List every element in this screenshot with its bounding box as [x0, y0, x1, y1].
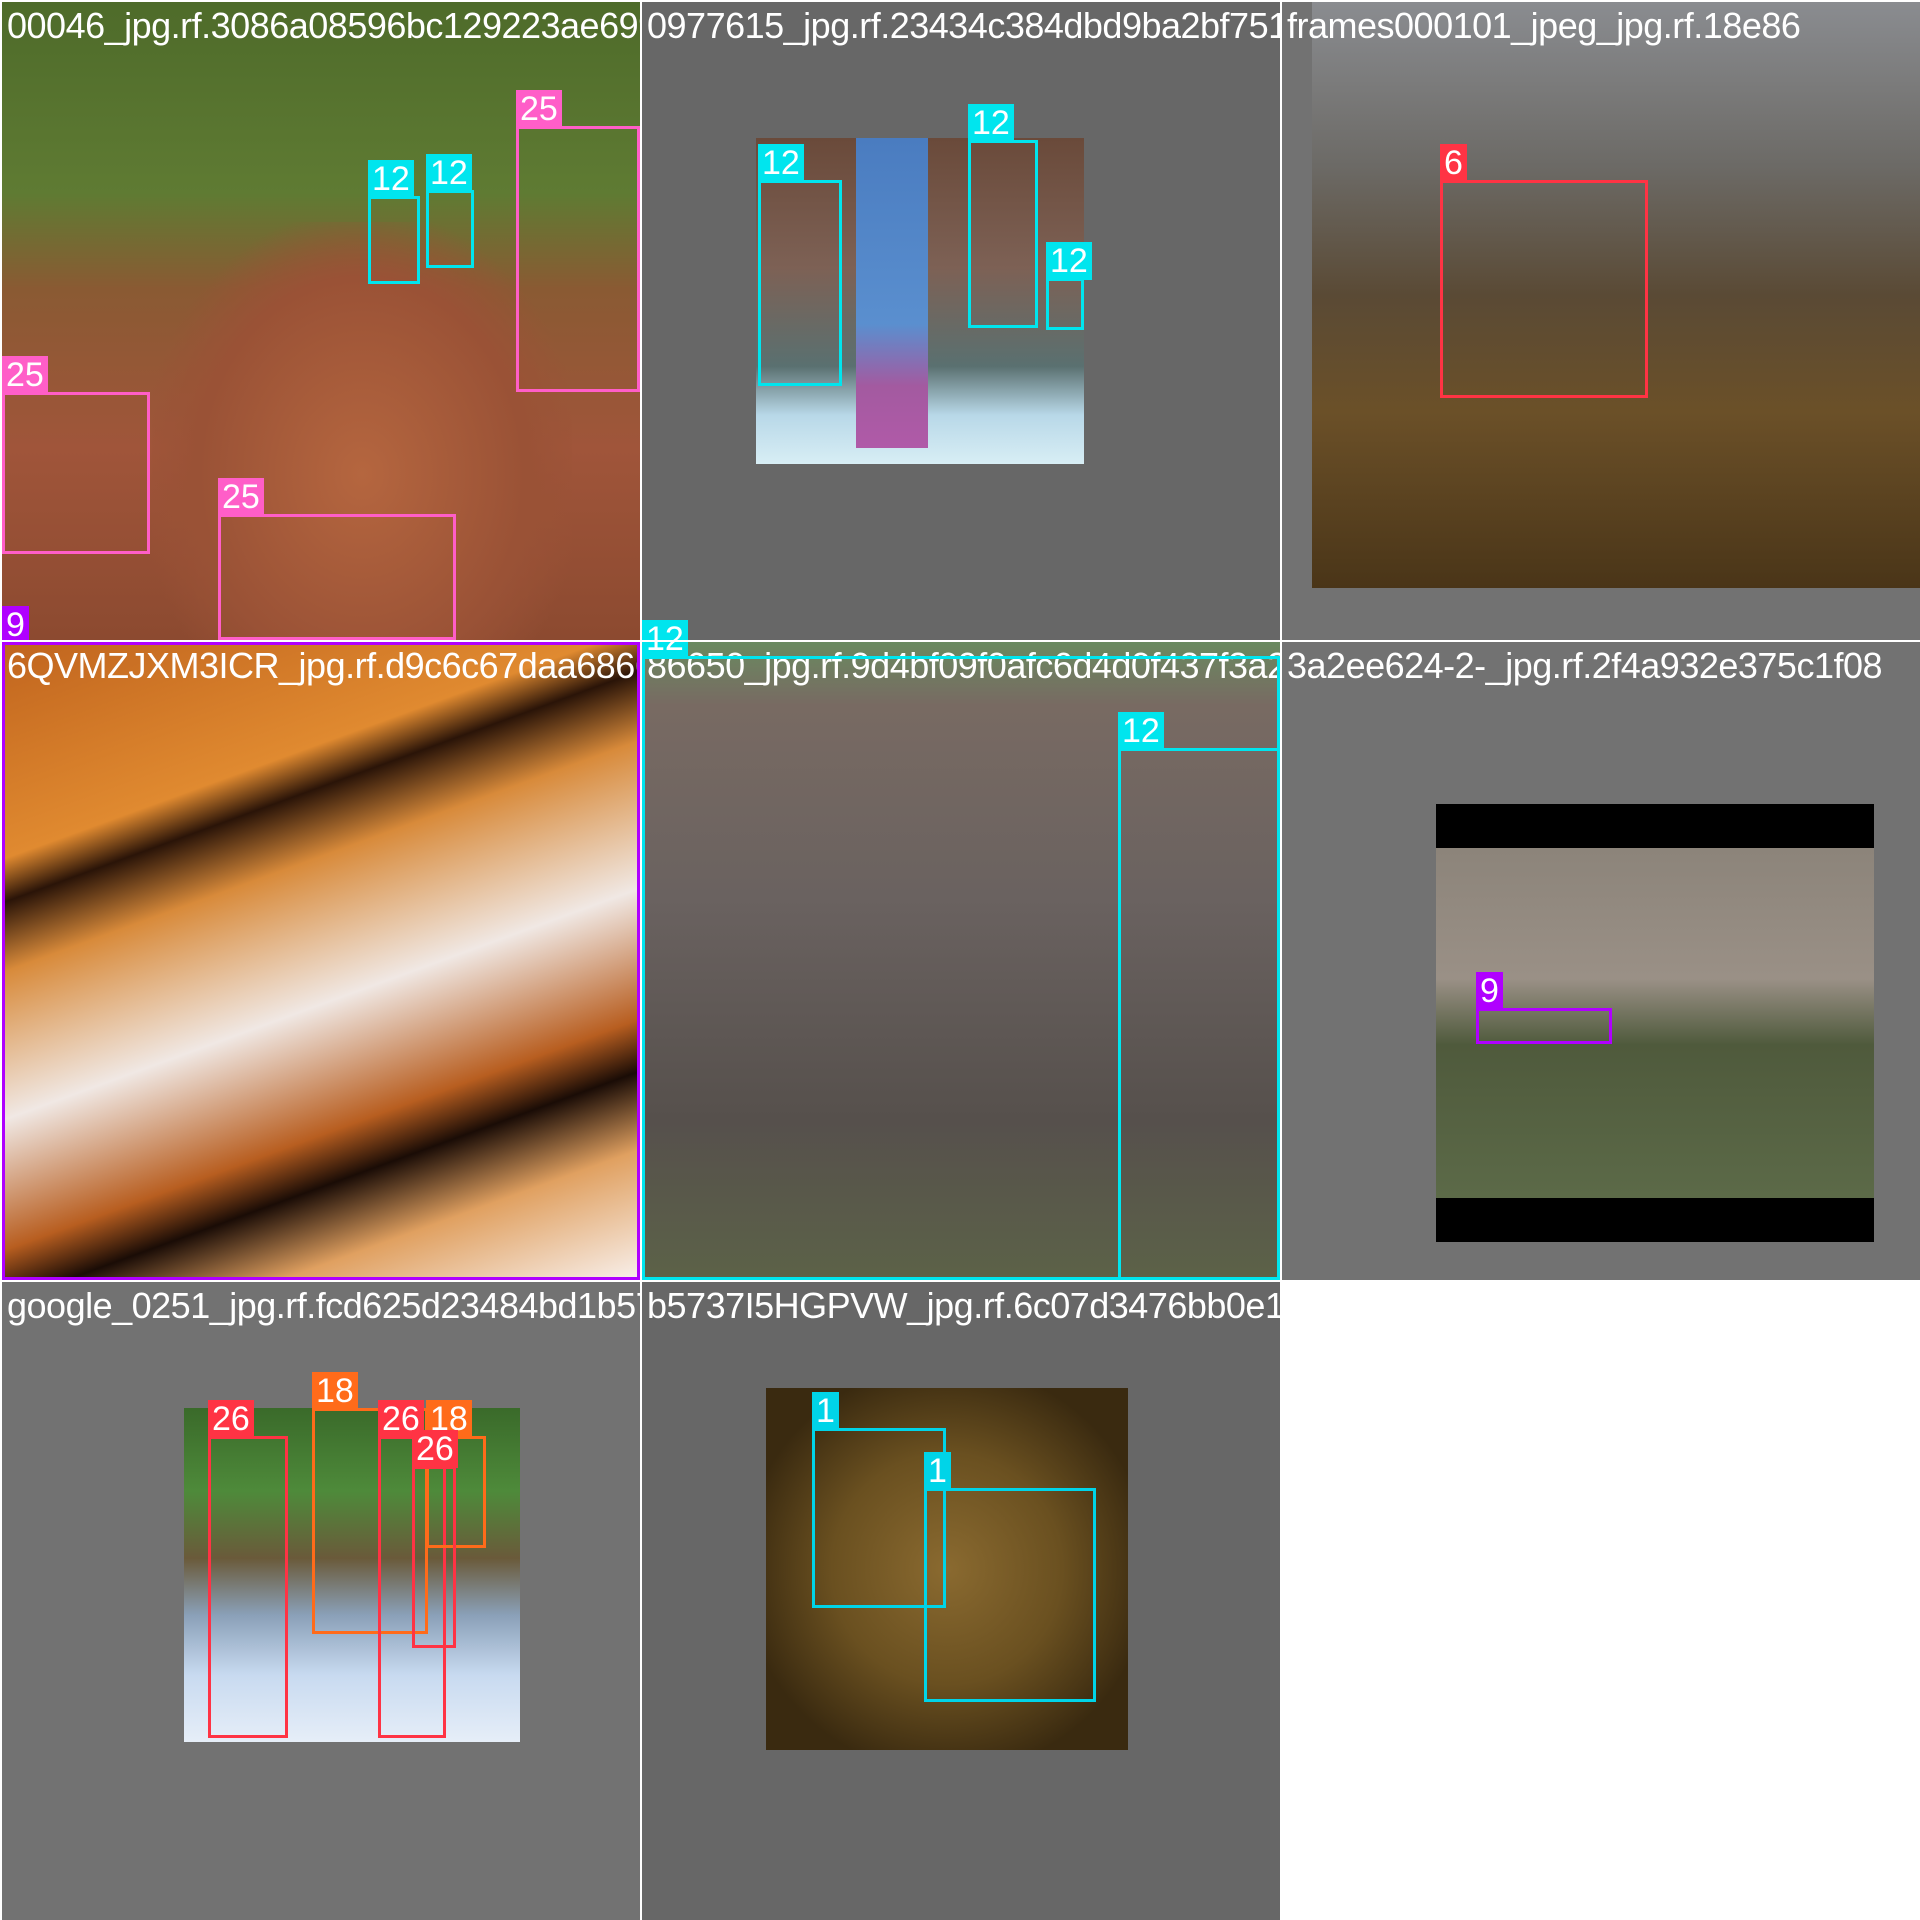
detection-box	[218, 514, 456, 640]
tile-3: frames000101_jpeg_jpg.rf.18e86 6	[1282, 2, 1920, 640]
tile-6: 3a2ee624-2-_jpg.rf.2f4a932e375c1f08 9	[1282, 642, 1920, 1280]
detection-label: 12	[1118, 712, 1164, 750]
tile-filename: frames000101_jpeg_jpg.rf.18e86	[1287, 5, 1801, 46]
detection-box	[1440, 180, 1648, 398]
tile-filename: 00046_jpg.rf.3086a08596bc129223ae6997761	[7, 5, 640, 46]
tile-5: 86650_jpg.rf.9d4bf09f0afc6d4d0f437f3a24f…	[642, 642, 1280, 1280]
detection-box	[208, 1436, 288, 1738]
detection-box	[924, 1488, 1096, 1702]
detection-box	[426, 190, 474, 268]
grid-divider	[640, 0, 642, 1920]
tile-8: b5737I5HGPVW_jpg.rf.6c07d3476bb0e125852a…	[642, 1282, 1280, 1920]
grid-divider	[0, 1280, 1920, 1282]
detection-label: 26	[412, 1430, 458, 1468]
detection-label: 12	[642, 620, 688, 658]
tile-filename: google_0251_jpg.rf.fcd625d23484bd1b5737	[7, 1285, 640, 1326]
detection-box	[1476, 1008, 1612, 1044]
tile-2: 0977615_jpg.rf.23434c384dbd9ba2bf751cd9e…	[642, 2, 1280, 640]
detection-box	[758, 180, 842, 386]
detection-label: 9	[2, 606, 29, 644]
detection-label: 25	[2, 356, 48, 394]
detection-box	[516, 126, 640, 392]
detection-box	[1118, 748, 1280, 1280]
detection-label: 1	[812, 1392, 839, 1430]
detection-label: 26	[208, 1400, 254, 1438]
detection-label: 9	[1476, 972, 1503, 1010]
tile-1: 00046_jpg.rf.3086a08596bc129223ae6997761…	[2, 2, 640, 640]
detection-box	[368, 196, 420, 284]
detection-box	[2, 642, 640, 1280]
detection-box	[2, 392, 150, 554]
detection-label: 12	[1046, 242, 1092, 280]
detection-label: 12	[758, 144, 804, 182]
detection-box	[968, 140, 1038, 328]
detection-label: 1	[924, 1452, 951, 1490]
detection-label: 12	[968, 104, 1014, 142]
detection-label: 12	[368, 160, 414, 198]
detection-label: 12	[426, 154, 472, 192]
detection-label: 25	[516, 90, 562, 128]
detection-box	[412, 1466, 456, 1648]
detection-label: 6	[1440, 144, 1467, 182]
detection-box	[1046, 278, 1084, 330]
tile-filename: 3a2ee624-2-_jpg.rf.2f4a932e375c1f08	[1287, 645, 1883, 686]
grid-divider	[0, 640, 1920, 642]
tile-filename: b5737I5HGPVW_jpg.rf.6c07d3476bb0e125852a	[647, 1285, 1280, 1326]
tile-filename: 0977615_jpg.rf.23434c384dbd9ba2bf751cd9e…	[647, 5, 1280, 46]
detection-mosaic: 00046_jpg.rf.3086a08596bc129223ae6997761…	[0, 0, 1920, 1920]
tile-7: google_0251_jpg.rf.fcd625d23484bd1b5737 …	[2, 1282, 640, 1920]
person-figure	[856, 138, 928, 448]
detection-label: 18	[312, 1372, 358, 1410]
detection-label: 25	[218, 478, 264, 516]
